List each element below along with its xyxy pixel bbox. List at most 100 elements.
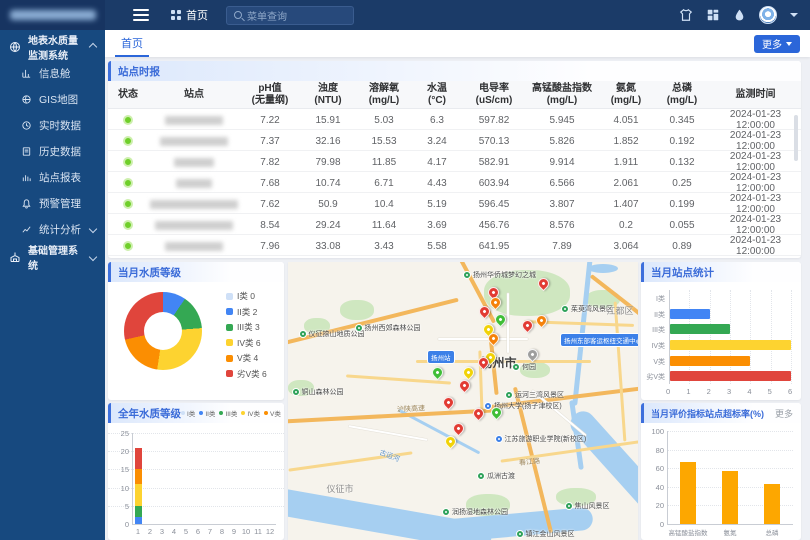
legend-swatch	[226, 308, 233, 315]
station-pin-green[interactable]	[492, 312, 508, 328]
station-pin-yellow[interactable]	[443, 434, 459, 450]
table-cell: 5.03	[356, 115, 412, 126]
sidebar-item-6[interactable]: 预警管理	[0, 190, 105, 216]
y-tick-label: 20	[121, 447, 129, 456]
gridline	[667, 450, 793, 451]
table-cell: 0.2	[598, 220, 654, 231]
breadcrumb[interactable]: 首页	[171, 7, 208, 23]
map-panel[interactable]: 扬州市江都区仪征市仪征捺山地质公园扬州西郊森林公园铜山森林公园扬州华侨城梦幻之城…	[288, 262, 638, 540]
legend-swatch	[226, 355, 233, 362]
column-header: 状态	[108, 89, 148, 101]
sidebar-item-4[interactable]: 历史数据	[0, 138, 105, 164]
table-row[interactable]: 7.6810.746.714.43603.946.5662.0610.25202…	[108, 172, 801, 193]
table-cell: 10.4	[356, 199, 412, 210]
table-scrollbar[interactable]	[794, 115, 798, 161]
panel-title: 站点时报	[118, 64, 160, 79]
month-station-stat-panel: 当月站点统计 0123456I类II类III类IV类V类劣V类	[641, 262, 801, 400]
legend-swatch	[264, 411, 268, 415]
x-axis-line	[667, 524, 793, 525]
column-header: 总磷(mg/L)	[654, 83, 710, 106]
column-header: 溶解氧(mg/L)	[356, 83, 412, 106]
table-cell: 79.98	[300, 157, 356, 168]
legend-swatch	[226, 339, 233, 346]
table-cell: 1.407	[598, 199, 654, 210]
table-row[interactable]: 8.5429.2411.643.69456.768.5760.20.055202…	[108, 214, 801, 235]
legend-label: III类 3	[237, 321, 260, 333]
station-pin-red[interactable]	[451, 421, 467, 437]
table-row[interactable]: 7.2215.915.036.3597.825.9454.0510.345202…	[108, 109, 801, 130]
table-cell: 3.807	[526, 199, 598, 210]
station-pin-red[interactable]	[440, 395, 456, 411]
legend-label: IV类	[247, 408, 260, 418]
theme-skin-icon[interactable]	[679, 8, 693, 22]
station-pin-red[interactable]	[471, 406, 487, 422]
menu-search-input[interactable]: 菜单查询	[226, 6, 354, 25]
more-link[interactable]: 更多	[775, 407, 793, 420]
table-cell: 2024-01-23 12:00:00	[710, 130, 801, 152]
month-quality-panel: 当月水质等级 I类 0II类 2III类 3IV类 6V类 4劣V类 6	[108, 262, 284, 400]
globe-icon	[9, 41, 21, 53]
station-stat-hbar-chart: 0123456I类II类III类IV类V类劣V类	[641, 282, 801, 400]
sidebar-item-label: 信息舱	[39, 66, 71, 81]
station-pin-red[interactable]	[476, 304, 492, 320]
legend-label: I类	[187, 408, 195, 418]
table-cell: 582.91	[462, 157, 526, 168]
table-row[interactable]: 7.9633.083.435.58641.957.893.0640.892024…	[108, 235, 801, 256]
sidebar-group-base-mgmt[interactable]: 基础管理系统	[0, 244, 105, 270]
table-row[interactable]: 7.8279.9811.854.17582.919.9141.9110.1322…	[108, 151, 801, 172]
tab-strip: 首页 更多	[105, 30, 810, 57]
sidebar-item-7[interactable]: 统计分析	[0, 216, 105, 242]
station-pin-red[interactable]	[519, 318, 535, 334]
category-label: II类	[641, 310, 665, 320]
table-cell: 4.051	[598, 115, 654, 126]
y-tick-label: 80	[656, 446, 664, 455]
bar	[722, 471, 738, 524]
table-cell: 603.94	[462, 178, 526, 189]
table-cell: 15.53	[356, 136, 412, 147]
grid-icon	[171, 10, 181, 20]
layout-size-icon[interactable]	[706, 8, 720, 22]
sidebar-group-surface-water[interactable]: 地表水质量监测系统	[0, 34, 105, 60]
x-axis-line	[132, 524, 276, 525]
table-cell: 570.13	[462, 136, 526, 147]
sidebar-item-1[interactable]: 信息舱	[0, 60, 105, 86]
station-pin-green[interactable]	[430, 365, 446, 381]
station-pin-orange[interactable]	[534, 313, 550, 329]
table-cell: 29.24	[300, 220, 356, 231]
chevron-down-icon[interactable]	[790, 13, 798, 17]
x-tick-label: 5	[768, 387, 772, 396]
station-pin-green[interactable]	[488, 405, 504, 421]
table-row[interactable]: 7.6250.910.45.19596.453.8071.4070.199202…	[108, 193, 801, 214]
legend-item: II类	[199, 408, 215, 418]
station-pin-yellow[interactable]	[460, 365, 476, 381]
station-pin-red[interactable]	[457, 378, 473, 394]
table-cell: 7.22	[240, 115, 300, 126]
legend-item: V类	[264, 408, 281, 418]
blurred-text	[165, 116, 223, 125]
sidebar-item-label: 实时数据	[39, 118, 81, 133]
x-tick-label: 6	[788, 387, 792, 396]
year-quality-panel: 全年水质等级 I类II类III类IV类V类劣V类 051015202512345…	[108, 403, 284, 540]
water-drop-icon[interactable]	[733, 8, 746, 22]
sidebar-item-3[interactable]: 实时数据	[0, 112, 105, 138]
legend-label: IV类 6	[237, 337, 261, 349]
blurred-text	[150, 200, 238, 209]
tab-home[interactable]: 首页	[115, 30, 149, 57]
gridline	[771, 290, 772, 384]
sidebar-item-2[interactable]: GIS地图	[0, 86, 105, 112]
more-button[interactable]: 更多	[754, 35, 800, 53]
station-pin-red[interactable]	[536, 276, 552, 292]
breadcrumb-home[interactable]: 首页	[186, 7, 208, 23]
x-tick-label: 2	[144, 527, 156, 536]
station-pin-gray[interactable]	[524, 347, 540, 363]
status-dot-online	[123, 199, 133, 209]
donut-legend: I类 0II类 2III类 3IV类 6V类 4劣V类 6	[226, 290, 267, 380]
sidebar-item-5[interactable]: 站点报表	[0, 164, 105, 190]
hamburger-menu-icon[interactable]	[133, 9, 149, 21]
table-row[interactable]: 7.3732.1615.533.24570.135.8261.8520.1922…	[108, 130, 801, 151]
dashboard-icon	[21, 68, 32, 79]
y-tick-label: 10	[121, 484, 129, 493]
user-avatar[interactable]	[759, 6, 777, 24]
table-cell: 2024-01-23 12:00:00	[710, 172, 801, 194]
table-cell: 33.08	[300, 241, 356, 252]
